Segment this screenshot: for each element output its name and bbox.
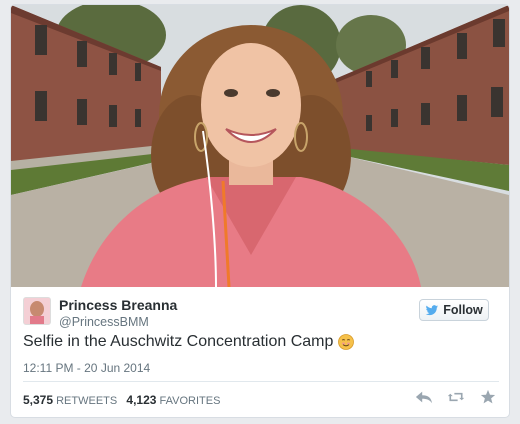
divider [23, 381, 499, 382]
selfie-photo [11, 5, 509, 287]
favorite-star-icon[interactable] [479, 389, 497, 405]
retweet-count[interactable]: 5,375 [23, 393, 53, 407]
tweet-text-body: Selfie in the Auschwitz Concentration Ca… [23, 333, 334, 350]
favorites-label[interactable]: FAVORITES [159, 395, 220, 407]
retweet-icon[interactable] [447, 389, 465, 405]
author-handle[interactable]: @PrincessBMM [59, 315, 149, 329]
tweet-text: Selfie in the Auschwitz Concentration Ca… [23, 333, 355, 351]
embedded-tweet-card: Princess Breanna @PrincessBMM Follow Sel… [10, 4, 510, 418]
favorite-count[interactable]: 4,123 [126, 393, 156, 407]
tweet-stats: 5,375 RETWEETS 4,123 FAVORITES [23, 393, 220, 407]
follow-label: Follow [443, 303, 483, 317]
author-name[interactable]: Princess Breanna [59, 297, 177, 313]
smiling-face-emoji-icon [338, 334, 355, 350]
avatar[interactable] [23, 297, 51, 325]
tweet-actions [415, 389, 497, 405]
retweets-label[interactable]: RETWEETS [56, 395, 117, 407]
tweet-photo[interactable] [11, 5, 509, 287]
reply-icon[interactable] [415, 389, 433, 405]
follow-button[interactable]: Follow [419, 299, 489, 321]
twitter-bird-icon [425, 304, 439, 315]
tweet-author-header: Princess Breanna @PrincessBMM Follow [23, 295, 499, 331]
tweet-timestamp[interactable]: 12:11 PM - 20 Jun 2014 [23, 361, 150, 375]
